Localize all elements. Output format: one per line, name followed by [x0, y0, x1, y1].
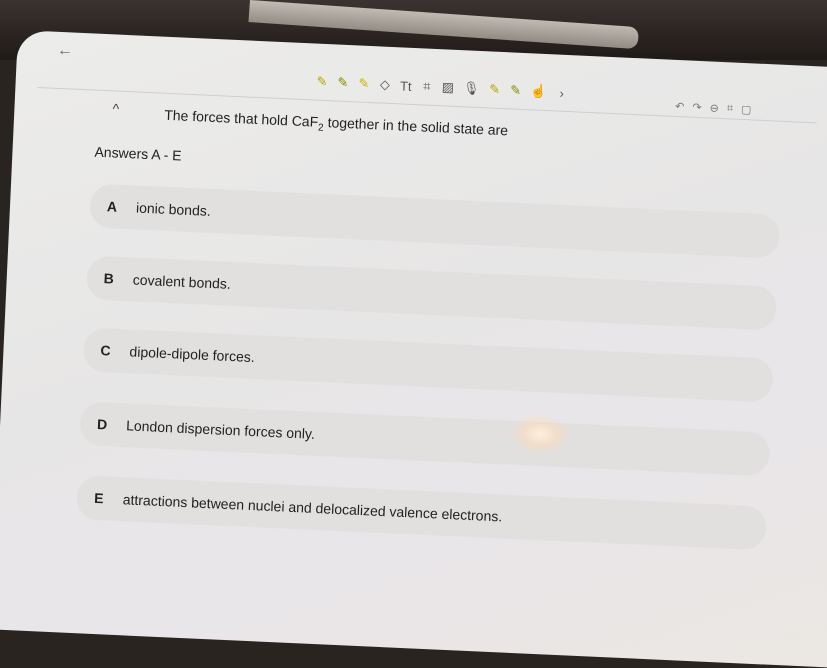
- option-letter: D: [96, 416, 108, 433]
- answer-option-e[interactable]: E attractions between nuclei and delocal…: [75, 475, 768, 551]
- option-text: London dispersion forces only.: [125, 417, 316, 442]
- option-letter: C: [100, 342, 111, 359]
- question-text-after: together in the solid state are: [323, 113, 509, 139]
- annotation-toolbar: ✎ ✎ ✎ ◇ Tt ⌗ ▨ 🎙 ✎ ✎ ☝ ›: [316, 74, 568, 101]
- pen-icon[interactable]: ✎: [337, 75, 350, 92]
- option-text: covalent bonds.: [132, 271, 232, 292]
- image-icon[interactable]: ▨: [441, 79, 455, 96]
- answers-label: Answers A - E: [94, 143, 182, 164]
- pen-icon[interactable]: ✎: [509, 82, 522, 99]
- chevron-right-icon[interactable]: ›: [555, 85, 568, 101]
- option-letter: E: [93, 489, 104, 507]
- redo-icon[interactable]: ↷: [692, 101, 702, 114]
- answer-option-d[interactable]: D London dispersion forces only.: [79, 401, 771, 477]
- answer-option-c[interactable]: C dipole-dipole forces.: [82, 327, 774, 403]
- page-controls: ↶ ↷ ⊖ ⌗ ▢: [675, 100, 752, 116]
- undo-icon[interactable]: ↶: [675, 100, 685, 113]
- shapes-icon[interactable]: ⌗: [420, 78, 433, 95]
- answer-option-b[interactable]: B covalent bonds.: [85, 255, 778, 331]
- option-text: dipole-dipole forces.: [129, 343, 256, 366]
- text-icon[interactable]: Tt: [400, 78, 413, 94]
- marker-icon[interactable]: ✎: [358, 75, 371, 92]
- tablet-screen: ← ✎ ✎ ✎ ◇ Tt ⌗ ▨ 🎙 ✎ ✎ ☝ › ↶ ↷ ⊖ ⌗ ▢ ^ T…: [0, 30, 827, 668]
- mic-icon[interactable]: 🎙: [463, 80, 480, 97]
- question-text-before: The forces that hold CaF: [163, 106, 319, 130]
- grid-icon[interactable]: ⌗: [727, 102, 734, 115]
- answer-option-a[interactable]: A ionic bonds.: [89, 183, 781, 259]
- option-letter: A: [106, 198, 118, 215]
- zoom-out-icon[interactable]: ⊖: [709, 101, 719, 114]
- option-text: attractions between nuclei and delocaliz…: [122, 491, 503, 525]
- option-letter: B: [103, 270, 115, 287]
- question-text: The forces that hold CaF2 together in th…: [163, 106, 509, 142]
- pen-icon[interactable]: ✎: [316, 74, 329, 91]
- back-arrow-icon[interactable]: ←: [57, 42, 74, 61]
- collapse-caret-icon[interactable]: ^: [112, 100, 119, 116]
- eraser-icon[interactable]: ◇: [379, 76, 392, 93]
- hand-icon[interactable]: ☝: [530, 83, 547, 100]
- page-icon[interactable]: ▢: [741, 103, 752, 116]
- option-text: ionic bonds.: [135, 199, 212, 219]
- pen-icon[interactable]: ✎: [488, 81, 501, 98]
